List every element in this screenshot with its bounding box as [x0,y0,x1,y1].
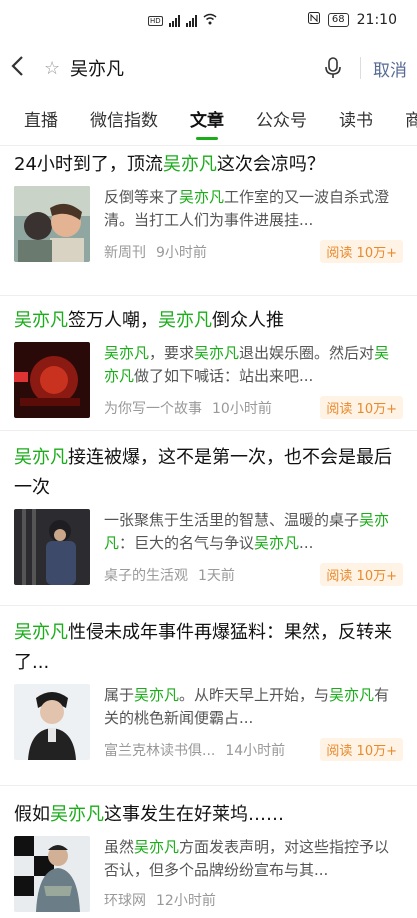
cancel-button[interactable]: 取消 [373,56,407,81]
search-bar: ☆ 吴亦凡 取消 [0,40,417,96]
article-source[interactable]: 富兰克林读书俱... [104,740,215,760]
tab-official-accounts[interactable]: 公众号 [256,96,307,145]
article-summary: 属于吴亦凡。从昨天早上开始，与吴亦凡有关的桃色新闻便霸占... [104,686,390,727]
article-title: 24小时到了，顶流吴亦凡这次会凉吗？ [14,154,325,175]
status-bar: HD 68 21:10 [0,0,417,40]
article-thumbnail [14,684,90,760]
signal-icon-2 [185,14,197,27]
article-summary: 反倒等来了吴亦凡工作室的又一波自杀式澄清。当打工人们为事件进展挂... [104,188,390,229]
article-title: 吴亦凡性侵未成年事件再爆猛料：果然，反转来了... [14,622,392,673]
tab-wechat-index[interactable]: 微信指数 [90,96,158,145]
read-count-badge: 阅读 10万+ [320,738,403,761]
category-tabs: 直播 微信指数 文章 公众号 读书 商 [0,96,417,146]
wifi-icon [203,13,217,28]
article-source[interactable]: 桌子的生活观 [104,565,188,585]
tab-books[interactable]: 读书 [339,96,373,145]
article-thumbnail [14,509,90,585]
sparkle-icon: ☆ [44,57,61,79]
read-count-badge: 阅读 10万+ [320,563,403,586]
article-thumbnail [14,836,90,912]
article-thumbnail [14,186,90,262]
article-summary: 吴亦凡，要求吴亦凡退出娱乐圈。然后对吴亦凡做了如下喊话：站出来吧... [104,344,390,385]
microphone-icon[interactable] [318,53,348,83]
article-thumbnail [14,342,90,418]
signal-indicators: HD [148,13,217,28]
article-item[interactable]: 吴亦凡性侵未成年事件再爆猛料：果然，反转来了... 属于吴亦凡。从昨天早上开始，… [0,606,417,786]
divider [360,57,361,79]
article-item[interactable]: 24小时到了，顶流吴亦凡这次会凉吗？ 反倒等来了吴亦凡工作室的又一波自杀式澄清。… [0,146,417,296]
read-count-badge: 阅读 10万+ [320,240,403,263]
tab-live[interactable]: 直播 [24,96,58,145]
article-time: 1天前 [198,567,235,584]
article-item[interactable]: 吴亦凡签万人嘲，吴亦凡倒众人推 吴亦凡，要求吴亦凡退出娱乐圈。然后对吴亦凡做了如… [0,296,417,431]
battery-icon: 68 [327,13,349,27]
article-summary: 一张聚焦于生活里的智慧、温暖的桌子吴亦凡：巨大的名气与争议吴亦凡... [104,511,390,552]
read-count-badge: 阅读 10万+ [320,396,403,419]
tab-shop[interactable]: 商 [405,96,417,145]
article-time: 9小时前 [156,244,207,261]
article-time: 10小时前 [212,400,272,417]
article-source[interactable]: 为你写一个故事 [104,398,202,418]
tab-articles[interactable]: 文章 [190,96,224,145]
back-button[interactable] [10,55,38,82]
hd-icon: HD [148,15,163,26]
article-title: 吴亦凡接连被爆，这不是第一次，也不会是最后一次 [14,447,392,498]
article-item[interactable]: 假如吴亦凡这事发生在好莱坞…… 虽然吴亦凡方面发表声明，对这些指控予以否认，但多… [0,786,417,918]
nfc-icon [307,12,320,28]
article-time: 12小时前 [156,893,216,909]
article-summary: 虽然吴亦凡方面发表声明，对这些指控予以否认，但多个品牌纷纷宣布与其... [104,838,390,879]
article-list: 24小时到了，顶流吴亦凡这次会凉吗？ 反倒等来了吴亦凡工作室的又一波自杀式澄清。… [0,146,417,918]
article-item[interactable]: 吴亦凡接连被爆，这不是第一次，也不会是最后一次 一张聚焦于生活里的智慧、温暖的桌… [0,431,417,606]
article-source[interactable]: 新周刊 [104,242,146,262]
article-time: 14小时前 [225,742,286,759]
article-title: 假如吴亦凡这事发生在好莱坞…… [14,804,284,825]
article-title: 吴亦凡签万人嘲，吴亦凡倒众人推 [14,310,284,331]
article-source[interactable]: 环球网 [104,890,146,910]
search-input[interactable]: 吴亦凡 [70,55,318,81]
clock: 21:10 [356,12,397,28]
signal-icon [168,14,180,27]
